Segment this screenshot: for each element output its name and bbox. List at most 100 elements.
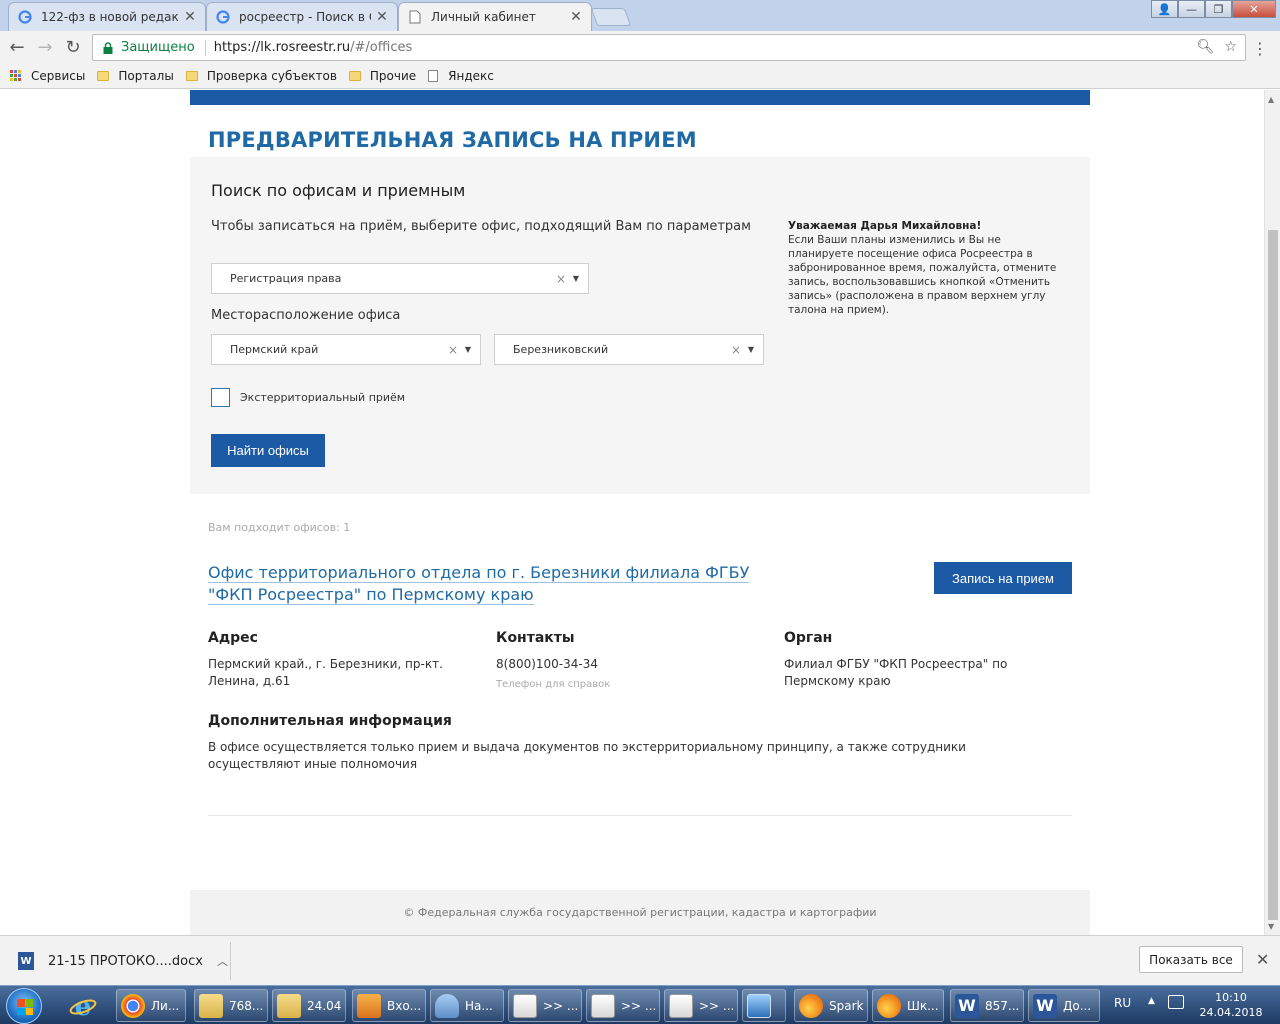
- maximize-icon[interactable]: ❐: [1205, 0, 1232, 18]
- taskbar-reminder[interactable]: На...: [430, 989, 504, 1022]
- url-path: /#/offices: [350, 40, 413, 55]
- taskbar-task-2[interactable]: >> ...: [586, 989, 660, 1022]
- region-select[interactable]: Пермский край × ▼: [211, 334, 481, 365]
- bookmark-subject-check[interactable]: Проверка субъектов: [185, 69, 337, 83]
- tray-expand-icon[interactable]: ▲: [1148, 996, 1155, 1006]
- address-text: Пермский край., г. Березники, пр-кт. Лен…: [208, 657, 443, 688]
- windows-logo-icon: [17, 999, 33, 1015]
- exterritorial-checkbox[interactable]: [211, 388, 230, 407]
- taskbar-label: На...: [465, 998, 493, 1013]
- clear-icon[interactable]: ×: [731, 343, 741, 357]
- organ-text: Филиал ФГБУ "ФКП Росреестра" по Пермском…: [784, 657, 1008, 688]
- apps-grid-icon: [10, 70, 21, 81]
- taskbar-task-1[interactable]: >> ...: [508, 989, 582, 1022]
- taskbar-word-1[interactable]: W 857...: [950, 989, 1024, 1022]
- taskbar-chrome[interactable]: Ли...: [116, 989, 186, 1022]
- notice-greeting: Уважаемая Дарья Михайловна!: [788, 220, 982, 232]
- additional-info-text: В офисе осуществляется только прием и вы…: [208, 740, 966, 771]
- mail-icon: [357, 993, 381, 1018]
- clear-icon[interactable]: ×: [556, 272, 566, 286]
- forward-arrow-icon[interactable]: →: [34, 36, 56, 58]
- taskbar-spark-1[interactable]: Spark: [794, 989, 868, 1022]
- word-icon: W: [1033, 993, 1057, 1018]
- page-icon: [407, 9, 423, 25]
- close-downloads-icon[interactable]: ✕: [1256, 950, 1269, 969]
- download-item[interactable]: W 21-15 ПРОТОКО....docx ︿: [18, 948, 228, 974]
- page-title: ПРЕДВАРИТЕЛЬНАЯ ЗАПИСЬ НА ПРИЕМ: [208, 128, 697, 152]
- user-icon[interactable]: 👤: [1151, 0, 1178, 18]
- folder-icon: [348, 70, 361, 81]
- back-arrow-icon[interactable]: ←: [6, 36, 28, 58]
- notice-text: Если Ваши планы изменились и Вы не плани…: [788, 234, 1057, 316]
- downloads-bar: W 21-15 ПРОТОКО....docx ︿ Показать все ✕: [0, 935, 1280, 985]
- results-count: Вам подходит офисов: 1: [208, 521, 351, 534]
- book-appointment-button[interactable]: Запись на прием: [934, 562, 1072, 594]
- divider: [230, 942, 231, 980]
- reload-icon[interactable]: ↻: [62, 36, 84, 58]
- find-offices-button[interactable]: Найти офисы: [211, 434, 325, 467]
- secure-label: Защищено: [121, 40, 195, 55]
- browser-tab-strip: 122-фз в новой редакци ✕ росреестр - Пои…: [0, 0, 1280, 31]
- search-hint: Чтобы записаться на приём, выберите офис…: [211, 219, 751, 234]
- task-icon: [513, 993, 537, 1018]
- bookmark-yandex[interactable]: Яндекс: [428, 69, 494, 83]
- chevron-down-icon[interactable]: ▼: [573, 274, 579, 283]
- location-label: Месторасположение офиса: [211, 308, 401, 323]
- cancellation-notice: Уважаемая Дарья Михайловна! Если Ваши пл…: [788, 219, 1068, 317]
- chevron-up-icon[interactable]: ︿: [217, 953, 228, 969]
- page-scrollbar[interactable]: ▲ ▼: [1264, 90, 1280, 935]
- clear-icon[interactable]: ×: [448, 343, 458, 357]
- address-heading: Адрес: [208, 630, 258, 646]
- taskbar-folder-1[interactable]: 768...: [194, 989, 268, 1022]
- bookmark-services[interactable]: Сервисы: [0, 69, 85, 83]
- task-icon: [591, 993, 615, 1018]
- new-tab-button[interactable]: [590, 8, 632, 26]
- address-bar[interactable]: Защищено https://lk.rosreestr.ru/#/offic…: [92, 34, 1246, 61]
- service-select[interactable]: Регистрация права × ▼: [211, 263, 589, 294]
- taskbar-remote-desktop[interactable]: [742, 989, 786, 1022]
- page-viewport: ПРЕДВАРИТЕЛЬНАЯ ЗАПИСЬ НА ПРИЕМ Поиск по…: [0, 90, 1264, 935]
- tab-personal-account[interactable]: Личный кабинет ✕: [398, 2, 592, 31]
- internet-explorer-icon[interactable]: e: [66, 989, 100, 1022]
- taskbar-folder-2[interactable]: 24.04: [272, 989, 346, 1022]
- download-filename: 21-15 ПРОТОКО....docx: [48, 953, 203, 969]
- taskbar-label: 24.04: [307, 998, 342, 1013]
- close-tab-icon[interactable]: ✕: [375, 9, 389, 25]
- start-button[interactable]: [6, 988, 42, 1024]
- office-search-panel: Поиск по офисам и приемным Чтобы записат…: [190, 157, 1090, 494]
- bookmark-portals[interactable]: Порталы: [97, 69, 174, 83]
- scrollbar-thumb[interactable]: [1268, 230, 1278, 920]
- taskbar-task-3[interactable]: >> ...: [664, 989, 738, 1022]
- minimize-icon[interactable]: —: [1178, 0, 1205, 18]
- clock[interactable]: 10:10 24.04.2018: [1196, 990, 1266, 1020]
- taskbar-word-2[interactable]: W До...: [1028, 989, 1100, 1022]
- region-select-value: Пермский край: [230, 343, 319, 356]
- close-window-icon[interactable]: ✕: [1232, 0, 1276, 18]
- district-select[interactable]: Березниковский × ▼: [494, 334, 764, 365]
- language-indicator[interactable]: RU: [1114, 996, 1131, 1010]
- network-icon[interactable]: [1168, 995, 1184, 1009]
- scroll-down-icon[interactable]: ▼: [1268, 922, 1274, 931]
- taskbar-spark-2[interactable]: Шк...: [872, 989, 944, 1022]
- scroll-up-icon[interactable]: ▲: [1268, 95, 1274, 104]
- office-title-text: Офис территориального отдела по г. Берез…: [208, 563, 750, 605]
- tab-google-rosreestr[interactable]: росреестр - Поиск в Go ✕: [206, 2, 398, 31]
- taskbar-label: 857...: [985, 998, 1020, 1013]
- taskbar-label: Spark: [829, 998, 864, 1013]
- close-tab-icon[interactable]: ✕: [183, 9, 197, 25]
- tab-google-122fz[interactable]: 122-фз в новой редакци ✕: [8, 2, 206, 31]
- chevron-down-icon[interactable]: ▼: [465, 345, 471, 354]
- zoom-icon[interactable]: 🔍︎: [1197, 39, 1215, 55]
- bookmark-other[interactable]: Прочие: [348, 69, 416, 83]
- word-doc-icon: W: [18, 952, 34, 970]
- page-footer: © Федеральная служба государственной рег…: [190, 890, 1090, 935]
- chevron-down-icon[interactable]: ▼: [748, 345, 754, 354]
- taskbar-mail[interactable]: Вхо...: [352, 989, 426, 1022]
- close-tab-icon[interactable]: ✕: [569, 9, 583, 25]
- district-select-value: Березниковский: [513, 343, 609, 356]
- taskbar-label: Вхо...: [387, 998, 422, 1013]
- bookmark-star-icon[interactable]: ☆: [1224, 39, 1237, 55]
- office-title-link[interactable]: Офис территориального отдела по г. Берез…: [208, 562, 768, 606]
- menu-icon[interactable]: ⋮: [1252, 39, 1268, 58]
- show-all-downloads-button[interactable]: Показать все: [1139, 946, 1243, 973]
